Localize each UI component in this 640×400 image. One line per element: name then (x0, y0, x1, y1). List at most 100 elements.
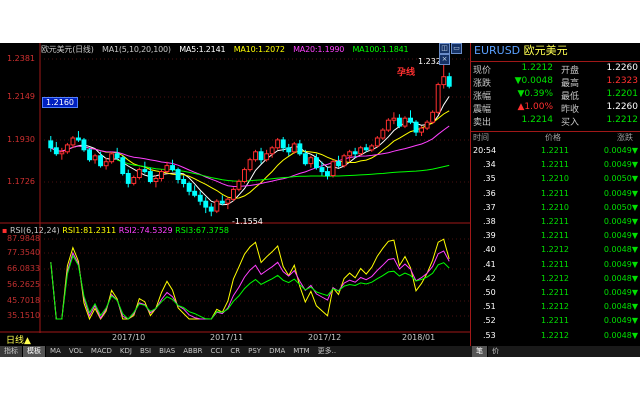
tab-psy[interactable]: PSY (244, 346, 266, 357)
rsi1-value: RSI1:81.2311 (62, 226, 117, 235)
ma5-value: MA5:1.2141 (179, 45, 226, 54)
tab-abbr[interactable]: ABBR (179, 346, 207, 357)
quote-label: 昨收 (561, 105, 580, 115)
candle-body (131, 177, 137, 184)
candle-body (325, 171, 330, 177)
candle-body (203, 200, 209, 208)
tick-price: 1.2210 (541, 174, 569, 184)
candle-body (330, 161, 336, 176)
rsi-y-label: 87.9848 (7, 234, 41, 243)
candle-body (336, 161, 342, 167)
window-icon[interactable]: ▭ (451, 43, 462, 54)
symbol-title: 欧元美元(日线) (41, 45, 94, 54)
rsi3-value: RSI3:67.3758 (175, 226, 230, 235)
candle-body (314, 157, 319, 169)
quote-label: 卖出 (473, 118, 492, 128)
candle-body (253, 151, 259, 161)
tick-change: 0.0049▼ (603, 231, 638, 241)
y-label: 1.1930 (7, 135, 35, 144)
candle-body (64, 144, 70, 153)
tab-template[interactable]: 模板 (23, 346, 46, 357)
candle-body (275, 139, 281, 149)
quote-row: 涨跌 ▼0.0048 最高 1.2323 (471, 76, 640, 89)
candle-body (181, 179, 187, 184)
ma10-value: MA10:1.2072 (233, 45, 285, 54)
chart-tool-icon[interactable]: ◫ (439, 43, 450, 54)
candle-body (214, 200, 220, 212)
candle-body (308, 157, 314, 165)
chart-canvas: 1.2323-1.1554孕线 (0, 43, 470, 333)
quote-row: 涨幅 ▼0.39% 最低 1.2201 (471, 89, 640, 102)
tick-row: .41 1.2211 0.0049▼ (471, 260, 640, 274)
quote-panel: EURUSD 欧元美元 现价 1.2212 开盘 1.2260 涨跌 ▼0.0048 最高 1… (470, 43, 640, 346)
tick-change: 0.0048▼ (603, 302, 638, 312)
candle-body (236, 180, 242, 190)
tick-time: .52 (483, 316, 496, 326)
quote-label: 最高 (561, 79, 580, 89)
candle-body (231, 188, 236, 200)
tab-cci[interactable]: CCI (206, 346, 227, 357)
tick-time: .53 (483, 330, 496, 340)
tick-row: .52 1.2211 0.0049▼ (471, 316, 640, 330)
quote-value: 1.2260 (606, 63, 639, 73)
tick-time: .42 (483, 273, 496, 283)
tick-time: .38 (483, 217, 496, 226)
candle-body (446, 76, 452, 87)
rsi-y-label: 35.1510 (7, 311, 41, 320)
tab-更多..[interactable]: 更多.. (313, 346, 341, 357)
candle-body (391, 117, 397, 121)
candle-body (374, 137, 380, 147)
tick-price: 1.2211 (541, 231, 569, 241)
quote-label: 买入 (561, 118, 580, 128)
candle-body (397, 117, 402, 127)
tick-change: 0.0049▼ (603, 188, 638, 198)
rsi-y-label: 77.3540 (7, 248, 41, 257)
tab-mtm[interactable]: MTM (289, 346, 314, 357)
candle-body (175, 169, 181, 180)
tab-bsi[interactable]: BSI (135, 346, 156, 357)
rsi-y-label: 45.7018 (7, 296, 41, 305)
quote-row: 现价 1.2212 开盘 1.2260 (471, 63, 640, 76)
tick-change: 0.0049▼ (603, 160, 638, 170)
candle-body (302, 153, 308, 165)
ma-line (50, 96, 450, 206)
tick-time: .34 (483, 160, 496, 170)
y-label: 1.2381 (7, 54, 35, 63)
ma-settings: MA1(5,10,20,100) (102, 45, 171, 54)
candle-body (435, 84, 441, 113)
x-label: 2017/12 (308, 333, 342, 342)
tab-bias[interactable]: BIAS (155, 346, 180, 357)
panel-tab[interactable]: 价 (488, 346, 503, 357)
candle-body (225, 198, 231, 204)
close-icon[interactable]: × (439, 54, 450, 65)
candle-body (286, 147, 292, 153)
tick-row: .36 1.2211 0.0049▼ (471, 189, 640, 203)
tab-indicator[interactable]: 指标 (0, 346, 23, 357)
tick-price: 1.2210 (541, 202, 569, 212)
trading-app: 1.2323 -1.1554 孕线 欧元美元(日线) MA1(5,10,20,100… (0, 43, 640, 357)
kline-chart[interactable]: 1.2323 -1.1554 孕线 欧元美元(日线) MA1(5,10,20,100… (0, 43, 470, 346)
candle-body (142, 169, 148, 173)
quote-label: 开盘 (561, 66, 580, 76)
tick-price: 1.2211 (541, 146, 569, 155)
candle-body (164, 165, 170, 172)
tab-vol[interactable]: VOL (64, 346, 87, 357)
tab-dma[interactable]: DMA (265, 346, 290, 357)
tab-macd[interactable]: MACD (86, 346, 116, 357)
candle-body (186, 182, 192, 192)
candle-body (430, 111, 436, 123)
period-selector[interactable]: 日线▲ (6, 333, 31, 346)
tick-time: .51 (483, 302, 496, 312)
candle-body (363, 147, 369, 151)
tab-cr[interactable]: CR (226, 346, 245, 357)
candle-body (297, 143, 303, 155)
tab-ma[interactable]: MA (46, 346, 65, 357)
candle-body (385, 119, 391, 131)
tick-row: .37 1.2210 0.0050▼ (471, 203, 640, 217)
tick-change: 0.0050▼ (603, 174, 638, 184)
candle-body (114, 153, 120, 159)
panel-tab[interactable]: 笔 (472, 346, 488, 357)
tab-kdj[interactable]: KDJ (115, 346, 136, 357)
tick-change: 0.0048▼ (603, 273, 638, 283)
tick-header-change: 涨跌 (617, 133, 633, 142)
